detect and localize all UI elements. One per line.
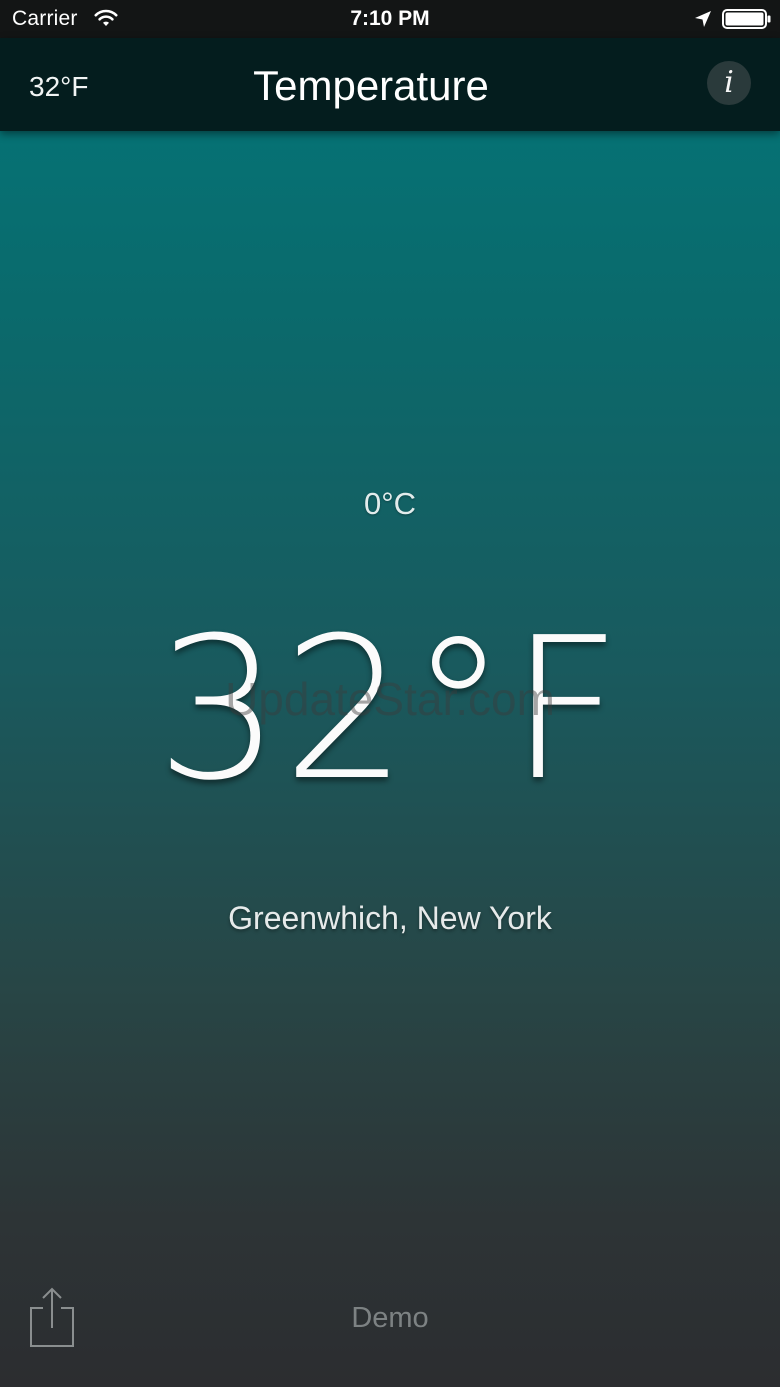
info-icon[interactable]: i: [707, 61, 751, 105]
weather-screen: Carrier 7:10 PM 32°F Temperature i 0°C 3…: [0, 0, 780, 1387]
navigation-bar: 32°F Temperature i: [0, 38, 780, 131]
status-bar: Carrier 7:10 PM: [0, 0, 780, 38]
status-time: 7:10 PM: [350, 7, 430, 30]
battery-icon: [722, 9, 771, 29]
watermark: UpdateStar.com: [225, 673, 555, 725]
location-label: Greenwhich, New York: [228, 900, 552, 936]
demo-mode-label: Demo: [351, 1302, 429, 1334]
page-title: Temperature: [253, 62, 489, 109]
location-arrow-icon: [695, 11, 711, 27]
celsius-reading: 0°C: [363, 486, 417, 521]
